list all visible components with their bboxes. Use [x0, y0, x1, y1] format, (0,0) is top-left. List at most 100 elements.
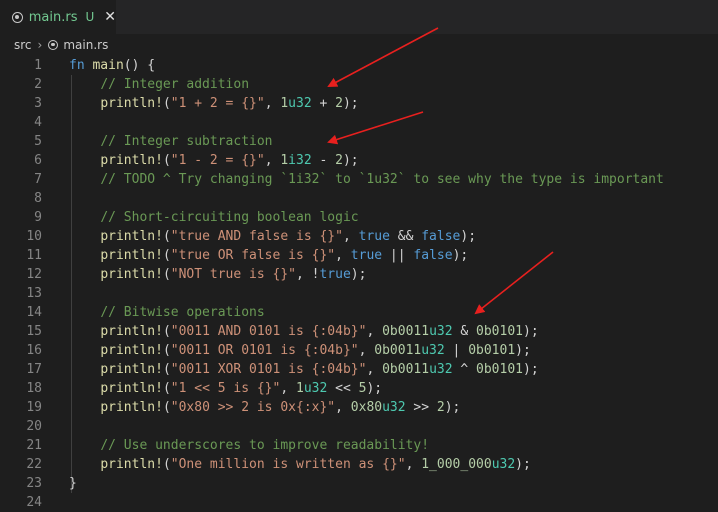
code-token: ); [342, 153, 359, 168]
line-number: 15 [26, 324, 42, 339]
code-token: 0b0101 [476, 324, 523, 339]
tab-main-rs[interactable]: main.rs U ✕ [0, 0, 116, 34]
code-line[interactable]: 7 // TODO ^ Try changing `1i32` to `1u32… [0, 170, 718, 189]
code-line[interactable]: 10 println!("true AND false is {}", true… [0, 227, 718, 246]
code-line[interactable]: 21 // Use underscores to improve readabi… [0, 436, 718, 455]
code-line[interactable]: 1 fn main() { [0, 56, 718, 75]
code-line[interactable]: 13 [0, 284, 718, 303]
code-token: , [264, 96, 281, 111]
code-token: u32 [491, 457, 516, 472]
code-line[interactable]: 11 println!("true OR false is {}", true … [0, 246, 718, 265]
code-line[interactable]: 3 println!("1 + 2 = {}", 1u32 + 2); [0, 94, 718, 113]
code-line[interactable]: 6 println!("1 - 2 = {}", 1i32 - 2); [0, 151, 718, 170]
code-token: ( [162, 229, 171, 244]
code-token: // Short-circuiting boolean logic [100, 210, 359, 225]
code-line[interactable]: 20 [0, 417, 718, 436]
code-token: 0b0011 [382, 324, 430, 339]
code-token: "NOT true is {}" [170, 267, 296, 282]
code-token: true [350, 248, 383, 263]
code-line[interactable]: 23} [0, 474, 718, 493]
code-token: "0011 OR 0101 is {:04b}" [170, 343, 359, 358]
code-token: println! [100, 457, 163, 472]
code-line[interactable]: 14 // Bitwise operations [0, 303, 718, 322]
code-token: } [69, 476, 77, 491]
line-number: 16 [26, 343, 42, 358]
code-token: | [444, 343, 469, 358]
code-line[interactable]: 12 println!("NOT true is {}", !true); [0, 265, 718, 284]
code-line[interactable]: 4 [0, 113, 718, 132]
code-token: println! [100, 229, 163, 244]
line-number: 2 [34, 77, 42, 92]
code-token: // Bitwise operations [100, 305, 265, 320]
code-token: u32 [429, 324, 453, 339]
breadcrumb-folder[interactable]: src [14, 38, 32, 52]
line-number: 13 [26, 286, 42, 301]
code-token: , [342, 229, 359, 244]
line-number: 24 [26, 495, 42, 510]
code-token: println! [100, 324, 163, 339]
code-token: ); [460, 229, 477, 244]
code-token: + [311, 96, 336, 111]
code-line[interactable]: 19 println!("0x80 >> 2 is 0x{:x}", 0x80u… [0, 398, 718, 417]
line-number: 7 [34, 172, 42, 187]
git-status-badge: U [85, 10, 95, 24]
code-token: 0b0101 [468, 343, 516, 358]
code-token: ); [515, 457, 531, 472]
code-token: ); [523, 362, 539, 377]
code-line[interactable]: 8 [0, 189, 718, 208]
line-number: 22 [26, 457, 42, 472]
line-number: 20 [26, 419, 42, 434]
code-token: u32 [288, 96, 312, 111]
code-token: || [382, 248, 414, 263]
tab-bar: main.rs U ✕ [0, 0, 718, 34]
breadcrumb-file[interactable]: main.rs [63, 38, 108, 52]
code-line[interactable]: 22 println!("One million is written as {… [0, 455, 718, 474]
code-line[interactable]: 17 println!("0011 XOR 0101 is {:04b}", 0… [0, 360, 718, 379]
code-token: , [335, 400, 351, 415]
code-line[interactable]: 15 println!("0011 AND 0101 is {:04b}", 0… [0, 322, 718, 341]
line-number: 12 [26, 267, 42, 282]
code-line[interactable]: 9 // Short-circuiting boolean logic [0, 208, 718, 227]
code-token: ^ [452, 362, 477, 377]
line-number: 1 [34, 58, 42, 73]
code-token: println! [100, 400, 163, 415]
code-token: u32 [429, 362, 453, 377]
code-token: false [421, 229, 461, 244]
code-token: // Integer subtraction [100, 134, 273, 149]
code-token: ); [452, 248, 469, 263]
code-line[interactable]: 24 [0, 493, 718, 512]
code-text: println!("0011 XOR 0101 is {:04b}", 0b00… [69, 360, 539, 379]
line-number: 6 [34, 153, 42, 168]
code-token: ); [350, 267, 367, 282]
code-token: // Use underscores to improve readabilit… [100, 438, 430, 453]
code-token: 0b0011 [382, 362, 430, 377]
code-line[interactable]: 5 // Integer subtraction [0, 132, 718, 151]
code-text: println!("true OR false is {}", true || … [69, 246, 468, 265]
line-number: 17 [26, 362, 42, 377]
code-token: , [366, 324, 383, 339]
code-token: , ! [296, 267, 320, 282]
code-editor[interactable]: 1 fn main() {2 // Integer addition 3 print… [0, 56, 718, 512]
code-token: 0x80 [350, 400, 383, 415]
close-icon[interactable]: ✕ [104, 9, 116, 25]
code-token: true [358, 229, 390, 244]
code-token: ); [515, 343, 531, 358]
code-token: ); [366, 381, 383, 396]
code-token: , [405, 457, 422, 472]
code-token: // Integer addition [100, 77, 250, 92]
code-line[interactable]: 2 // Integer addition [0, 75, 718, 94]
code-token: 0b0011 [374, 343, 422, 358]
code-line[interactable]: 16 println!("0011 OR 0101 is {:04b}", 0b… [0, 341, 718, 360]
code-line[interactable]: 18 println!("1 << 5 is {}", 1u32 << 5); [0, 379, 718, 398]
code-token: && [389, 229, 422, 244]
line-number: 8 [34, 191, 42, 206]
code-token: "1 - 2 = {}" [170, 153, 265, 168]
code-text: // Integer subtraction [69, 132, 273, 151]
code-token: - [311, 153, 336, 168]
code-token: // TODO ^ Try changing `1i32` to `1u32` … [100, 172, 664, 187]
